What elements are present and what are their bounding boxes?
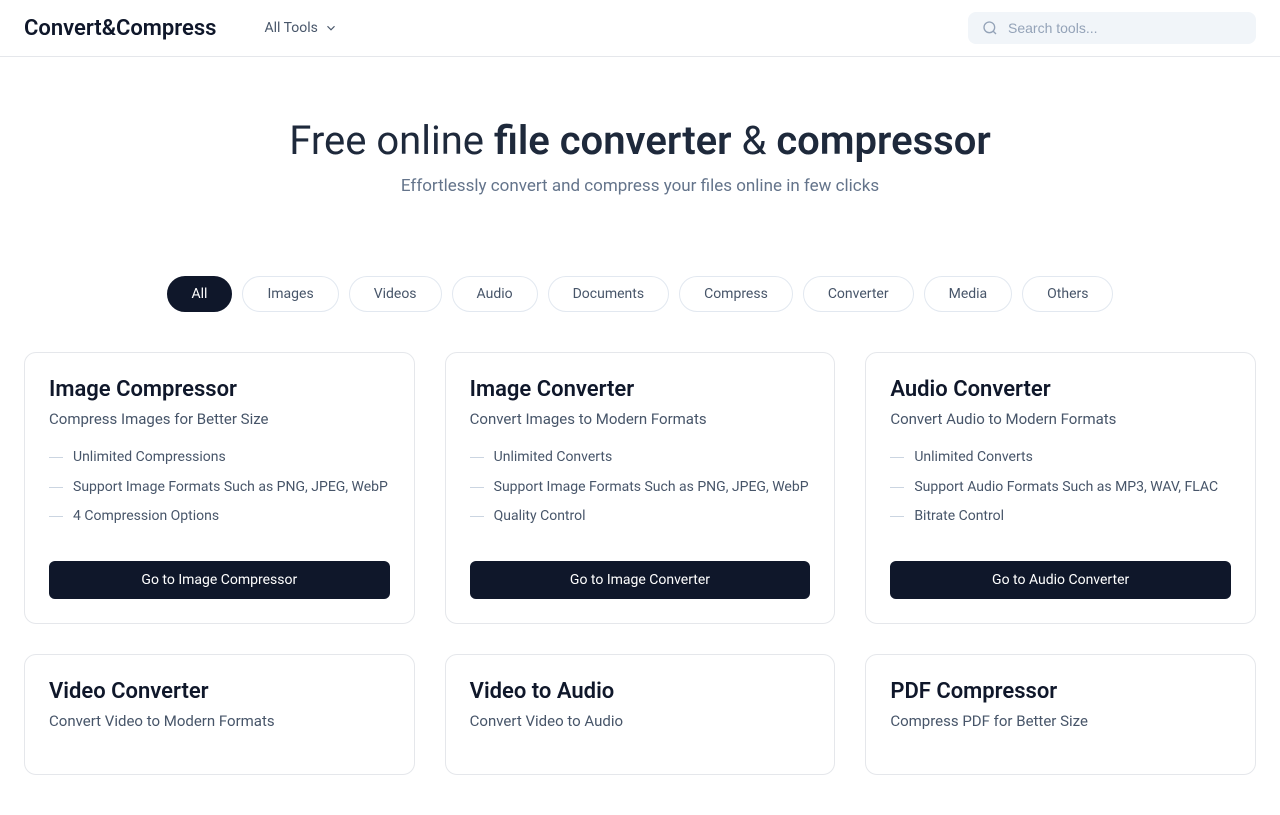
dash-icon	[49, 487, 63, 488]
feature-text: Support Image Formats Such as PNG, JPEG,…	[494, 478, 809, 498]
feature-text: Unlimited Converts	[494, 448, 613, 468]
all-tools-label: All Tools	[264, 20, 317, 36]
feature-list: Unlimited Converts Support Audio Formats …	[890, 448, 1231, 537]
feature-text: Unlimited Converts	[914, 448, 1033, 468]
card-title: Video Converter	[49, 679, 390, 704]
card-title: Audio Converter	[890, 377, 1231, 402]
dash-icon	[470, 457, 484, 458]
card-title: Image Compressor	[49, 377, 390, 402]
card-subtitle: Convert Video to Modern Formats	[49, 712, 390, 730]
feature-item: Support Image Formats Such as PNG, JPEG,…	[470, 478, 811, 498]
search-icon	[982, 20, 998, 36]
tool-card: Video Converter Convert Video to Modern F…	[24, 654, 415, 775]
dash-icon	[470, 516, 484, 517]
tool-card: Image Compressor Compress Images for Bett…	[24, 352, 415, 624]
dash-icon	[470, 487, 484, 488]
card-subtitle: Convert Audio to Modern Formats	[890, 410, 1231, 428]
filter-audio[interactable]: Audio	[452, 276, 538, 312]
card-title: Video to Audio	[470, 679, 811, 704]
tool-card: Image Converter Convert Images to Modern …	[445, 352, 836, 624]
feature-item: Unlimited Compressions	[49, 448, 390, 468]
feature-text: Support Image Formats Such as PNG, JPEG,…	[73, 478, 388, 498]
feature-item: Support Image Formats Such as PNG, JPEG,…	[49, 478, 390, 498]
filter-others[interactable]: Others	[1022, 276, 1113, 312]
feature-item: Support Audio Formats Such as MP3, WAV, …	[890, 478, 1231, 498]
feature-list: Unlimited Compressions Support Image Form…	[49, 448, 390, 537]
header: Convert&Compress All Tools	[0, 0, 1280, 57]
feature-item: Unlimited Converts	[470, 448, 811, 468]
card-cta-button[interactable]: Go to Audio Converter	[890, 561, 1231, 599]
hero-title-strong1: file converter	[494, 117, 732, 164]
hero-title-prefix: Free online	[289, 117, 494, 164]
tool-card: PDF Compressor Compress PDF for Better Si…	[865, 654, 1256, 775]
hero-title: Free online file converter & compressor	[24, 117, 1256, 164]
filter-converter[interactable]: Converter	[803, 276, 914, 312]
dash-icon	[890, 487, 904, 488]
dash-icon	[49, 516, 63, 517]
feature-item: 4 Compression Options	[49, 507, 390, 527]
chevron-down-icon	[324, 21, 338, 35]
feature-text: Bitrate Control	[914, 507, 1004, 527]
filter-videos[interactable]: Videos	[349, 276, 442, 312]
feature-text: Support Audio Formats Such as MP3, WAV, …	[914, 478, 1218, 498]
dash-icon	[49, 457, 63, 458]
feature-item: Bitrate Control	[890, 507, 1231, 527]
card-subtitle: Convert Images to Modern Formats	[470, 410, 811, 428]
card-subtitle: Compress PDF for Better Size	[890, 712, 1231, 730]
card-subtitle: Convert Video to Audio	[470, 712, 811, 730]
card-title: Image Converter	[470, 377, 811, 402]
feature-text: 4 Compression Options	[73, 507, 219, 527]
feature-item: Quality Control	[470, 507, 811, 527]
feature-text: Unlimited Compressions	[73, 448, 226, 468]
filter-documents[interactable]: Documents	[548, 276, 669, 312]
filter-tabs: AllImages Videos Audio Documents Compress Con…	[0, 236, 1280, 352]
filter-images[interactable]: Images	[242, 276, 338, 312]
tool-card: Video to Audio Convert Video to Audio	[445, 654, 836, 775]
hero: Free online file converter & compressor …	[0, 57, 1280, 236]
filter-media[interactable]: Media	[924, 276, 1013, 312]
tool-card: Audio Converter Convert Audio to Modern F…	[865, 352, 1256, 624]
filter-compress[interactable]: Compress	[679, 276, 793, 312]
hero-title-strong2: compressor	[776, 117, 990, 164]
feature-list: Unlimited Converts Support Image Formats …	[470, 448, 811, 537]
filter-all[interactable]: All	[167, 276, 233, 312]
tools-grid: Image Compressor Compress Images for Bett…	[0, 352, 1280, 815]
hero-title-mid: &	[732, 117, 777, 164]
feature-text: Quality Control	[494, 507, 586, 527]
dash-icon	[890, 457, 904, 458]
card-cta-button[interactable]: Go to Image Converter	[470, 561, 811, 599]
logo[interactable]: Convert&Compress	[24, 16, 216, 41]
hero-subtitle: Effortlessly convert and compress your f…	[24, 176, 1256, 196]
dash-icon	[890, 516, 904, 517]
card-subtitle: Compress Images for Better Size	[49, 410, 390, 428]
card-cta-button[interactable]: Go to Image Compressor	[49, 561, 390, 599]
card-title: PDF Compressor	[890, 679, 1231, 704]
search-input[interactable]	[968, 12, 1256, 44]
all-tools-dropdown[interactable]: All Tools	[264, 20, 337, 36]
search-wrapper	[968, 12, 1256, 44]
feature-item: Unlimited Converts	[890, 448, 1231, 468]
